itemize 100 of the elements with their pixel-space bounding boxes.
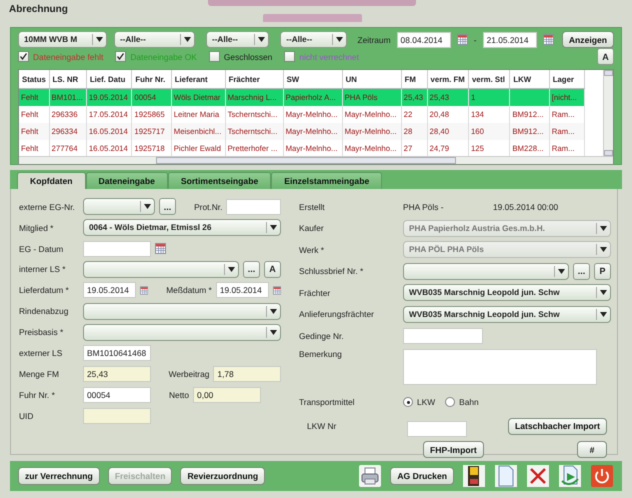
checkbox[interactable]	[18, 51, 29, 62]
filter-dropdown[interactable]: --Alle--	[206, 31, 270, 48]
checkbox[interactable]	[284, 51, 296, 62]
caret-icon	[558, 268, 565, 274]
filter-dropdown[interactable]: --Alle--	[280, 31, 346, 48]
caret-icon	[270, 308, 277, 314]
field-label: Menge FM	[19, 368, 60, 379]
calendar-icon[interactable]	[456, 34, 468, 45]
checkbox-label: Dateneingabe OK	[130, 52, 197, 62]
date-field[interactable]	[83, 240, 151, 257]
caret-icon	[600, 312, 607, 317]
import-button[interactable]: FHP-Import	[423, 441, 484, 458]
field-label: Werk *	[299, 244, 325, 255]
horizontal-scrollbar[interactable]	[19, 156, 613, 164]
field-label: Transportmittel	[299, 397, 356, 408]
dropdown[interactable]: WVB035 Marschnig Leopold jun. Schw	[403, 284, 611, 302]
tab[interactable]: Kopfdaten	[17, 172, 86, 189]
checkbox[interactable]	[115, 51, 126, 62]
input-field[interactable]: BM1010641468	[83, 344, 151, 361]
remark-field[interactable]	[403, 348, 597, 384]
field-label: interner LS *	[19, 264, 67, 274]
calendar-icon[interactable]	[542, 34, 554, 45]
caret-icon	[336, 37, 342, 42]
caret-icon	[270, 225, 277, 230]
field-label: Mitglied *	[19, 222, 54, 233]
field-label: Frächter	[299, 288, 332, 298]
checkbox-label: Geschlossen	[224, 52, 272, 62]
field-label: Fuhr Nr. *	[19, 390, 56, 400]
date-field[interactable]: 21.05.2014	[482, 32, 537, 48]
input-field[interactable]	[226, 198, 281, 215]
calendar-icon[interactable]	[140, 284, 148, 296]
period-label: Zeitraum	[358, 34, 391, 44]
small-button[interactable]: ...	[573, 262, 590, 280]
vertical-scrollbar[interactable]	[603, 70, 613, 156]
small-button[interactable]: A	[597, 48, 614, 65]
field-label: Bemerkung	[299, 348, 343, 358]
field-label: Rindenabzug	[19, 306, 70, 316]
input-field[interactable]: 00054	[83, 386, 151, 403]
caret-icon	[270, 330, 277, 335]
caret-icon	[258, 37, 266, 42]
dropdown[interactable]: WVB035 Marschnig Leopold jun. Schw	[403, 306, 611, 323]
caret-icon	[144, 204, 152, 210]
field-label: Prot.Nr.	[194, 202, 222, 212]
small-button[interactable]: A	[264, 260, 281, 278]
dropdown[interactable]	[83, 260, 239, 278]
radio-button[interactable]	[403, 397, 413, 408]
caret-icon	[228, 266, 235, 272]
new-document-icon[interactable]	[494, 464, 518, 488]
import-button[interactable]: Latschbacher Import	[508, 418, 607, 434]
printer-icon[interactable]	[358, 464, 382, 488]
calendar-icon[interactable]	[155, 243, 166, 254]
radio-button[interactable]	[445, 397, 456, 408]
dropdown[interactable]	[83, 324, 281, 341]
field-label: Gedinge Nr.	[299, 330, 345, 341]
date-field[interactable]: 19.05.2014	[83, 282, 136, 298]
input-field[interactable]	[407, 421, 467, 437]
field-label: Meßdatum *	[166, 285, 212, 296]
action-button[interactable]: zur Verrechnung	[18, 467, 100, 485]
dropdown[interactable]	[403, 262, 569, 280]
delete-icon[interactable]	[526, 464, 550, 488]
small-button[interactable]: ...	[159, 198, 176, 216]
action-button[interactable]: Revierzuordnung	[180, 467, 266, 485]
field-label: Kaufer	[299, 223, 325, 234]
field-label: Preisbasis *	[19, 327, 64, 338]
radio-label: LKW	[417, 397, 436, 408]
field-label: LKW Nr	[307, 421, 338, 431]
input-field[interactable]	[403, 328, 483, 344]
tab[interactable]: Sortimentseingabe	[168, 172, 272, 189]
field-label: Schlussbrief Nr. *	[299, 266, 364, 276]
caret-icon	[184, 37, 191, 42]
small-button[interactable]: P	[594, 262, 611, 280]
filter-dropdown[interactable]: --Alle--	[114, 31, 195, 48]
field-label: externer LS	[19, 348, 64, 358]
dropdown[interactable]	[83, 302, 281, 320]
checkbox[interactable]	[208, 51, 220, 62]
field-label: Erstellt	[299, 202, 326, 212]
calendar-icon[interactable]	[272, 284, 281, 296]
dropdown[interactable]	[83, 198, 156, 216]
small-button[interactable]: ...	[243, 260, 260, 278]
field-label: Werbeitrag	[168, 368, 210, 379]
hash-button[interactable]: #	[577, 441, 607, 458]
dropdown[interactable]: 0064 - Wöls Dietmar, Etmissl 26	[83, 219, 281, 236]
info-text: 19.05.2014 00:00	[493, 202, 560, 212]
info-text: PHA Pöls -	[403, 202, 444, 212]
power-icon[interactable]	[590, 464, 614, 488]
separator-text: -	[474, 34, 477, 44]
caret-icon	[600, 290, 607, 296]
date-field[interactable]: 08.04.2014	[396, 32, 451, 48]
table-cell	[510, 88, 550, 106]
caret-icon	[96, 37, 103, 42]
tab[interactable]: Dateneingabe	[86, 172, 168, 189]
tab[interactable]: Einzelstammeingabe	[271, 172, 382, 189]
show-button[interactable]: Anzeigen	[562, 31, 614, 48]
print-button[interactable]: AG Drucken	[390, 467, 454, 485]
field-label: EG - Datum	[19, 244, 64, 254]
filter-dropdown[interactable]: 10MM WVB M	[18, 31, 107, 48]
field-label: Anlieferungsfrächter	[299, 309, 375, 320]
save-icon[interactable]	[462, 464, 486, 488]
date-field[interactable]: 19.05.2014	[216, 282, 269, 298]
field-label: Netto	[169, 390, 190, 400]
